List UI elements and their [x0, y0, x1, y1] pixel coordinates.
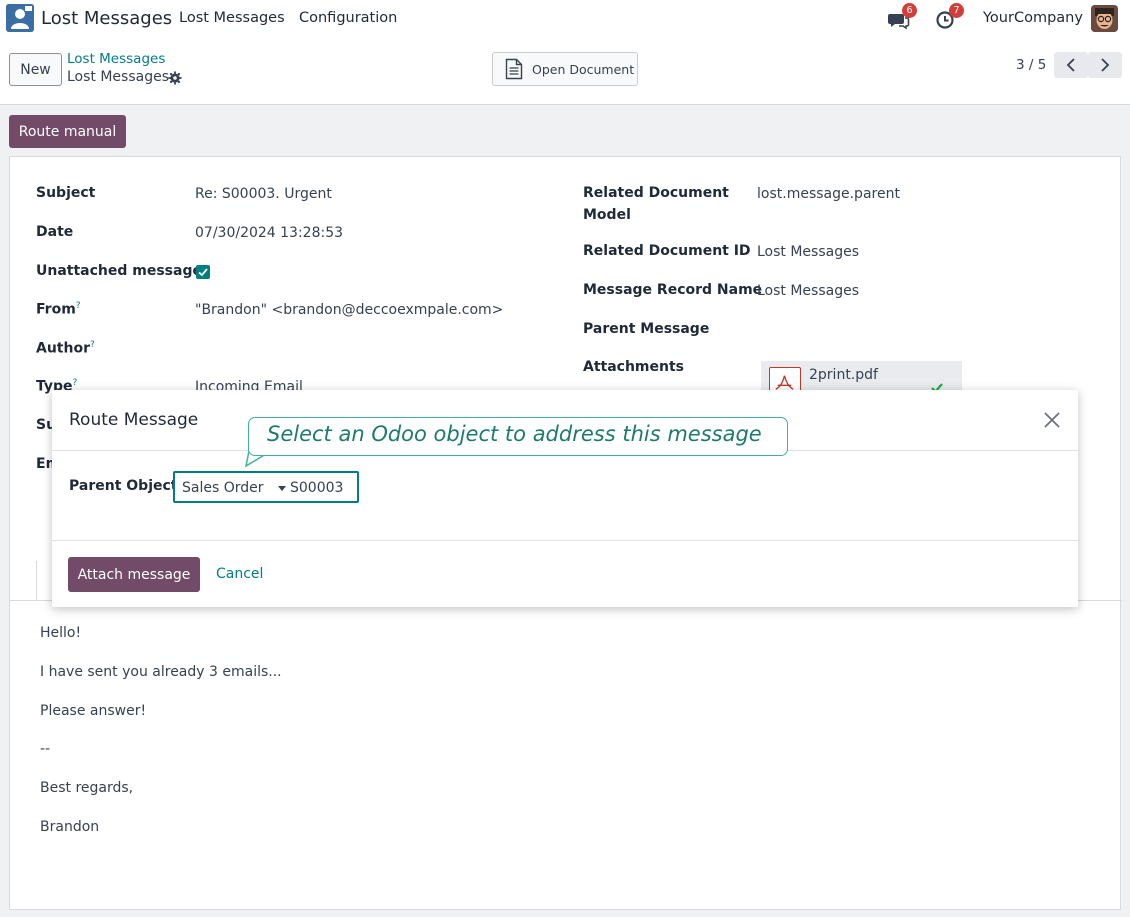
record-name-label: Message Record Name — [583, 282, 763, 298]
related-id-label: Related Document ID — [583, 243, 751, 259]
guide-callout: Select an Odoo object to address this me… — [248, 417, 788, 456]
body-line-6: Brandon — [40, 819, 100, 835]
attachment-name: 2print.pdf — [809, 367, 878, 383]
breadcrumb-parent[interactable]: Lost Messages — [67, 51, 165, 67]
parent-object-reference-field[interactable]: Sales Order S00003 — [173, 471, 359, 503]
subject-label: Subject — [36, 185, 96, 201]
unattached-label: Unattached message — [36, 263, 202, 279]
company-switcher[interactable]: YourCompany — [983, 10, 1083, 26]
body-line-3: Please answer! — [40, 703, 147, 719]
parent-model-select[interactable]: Sales Order — [182, 480, 264, 496]
attachments-label: Attachments — [583, 359, 685, 375]
new-button[interactable]: New — [9, 53, 62, 86]
top-navbar: Lost Messages Lost Messages Configuratio… — [0, 0, 1130, 38]
from-help[interactable]: ? — [76, 301, 81, 311]
menu-configuration[interactable]: Configuration — [299, 10, 397, 26]
dialog-footer-divider — [52, 540, 1078, 541]
activities-systray[interactable]: 7 — [935, 3, 964, 30]
subject-value: Re: S00003. Urgent — [195, 186, 332, 202]
pager-value[interactable]: 3 / 5 — [1016, 57, 1046, 73]
body-line-2: I have sent you already 3 emails... — [40, 664, 282, 680]
user-avatar[interactable] — [1091, 5, 1118, 32]
notebook-tab-edge — [36, 561, 37, 601]
parent-object-label: Parent Object — [69, 478, 178, 494]
related-id-value[interactable]: Lost Messages — [757, 244, 859, 260]
related-model-value: lost.message.parent — [757, 186, 900, 202]
author-label: Author? — [36, 340, 95, 357]
author-label-text: Author — [36, 340, 90, 357]
open-document-label: Open Document — [532, 61, 635, 77]
parent-record-input[interactable]: S00003 — [290, 480, 343, 496]
document-icon — [505, 58, 523, 80]
record-name-value: Lost Messages — [757, 283, 860, 299]
pager-next-button[interactable] — [1088, 52, 1122, 78]
caret-down-icon[interactable] — [278, 486, 286, 491]
dialog-title: Route Message — [69, 410, 199, 430]
avatar-face-icon — [1091, 5, 1118, 32]
open-document-button[interactable]: Open Document — [492, 52, 638, 86]
app-title[interactable]: Lost Messages — [41, 8, 172, 29]
date-label: Date — [36, 224, 74, 240]
callout-text: Select an Odoo object to address this me… — [267, 422, 762, 446]
body-line-4: -- — [40, 741, 51, 757]
attach-message-button[interactable]: Attach message — [68, 557, 200, 592]
pager-previous-button[interactable] — [1054, 52, 1088, 78]
menu-lost-messages[interactable]: Lost Messages — [179, 10, 285, 26]
chevron-right-icon — [1101, 58, 1110, 72]
messages-badge: 6 — [902, 3, 917, 18]
from-label-text: From — [36, 301, 76, 318]
lost-messages-app-icon[interactable] — [6, 4, 34, 32]
route-manual-button[interactable]: Route manual — [9, 115, 126, 148]
parent-message-label: Parent Message — [583, 321, 710, 337]
related-model-label-1: Related Document — [583, 185, 729, 201]
gear-icon[interactable] — [168, 71, 182, 85]
related-model-label-2: Model — [583, 207, 631, 223]
chevron-left-icon — [1066, 58, 1075, 72]
from-label: From? — [36, 301, 81, 318]
body-line-5: Best regards, — [40, 780, 134, 796]
type-help[interactable]: ? — [73, 378, 78, 388]
messages-systray[interactable]: 6 — [888, 3, 917, 30]
user-envelope-icon — [6, 4, 34, 32]
body-line-1: Hello! — [40, 625, 82, 641]
cancel-button[interactable]: Cancel — [216, 566, 263, 582]
date-value: 07/30/2024 13:28:53 — [195, 225, 344, 241]
from-value: "Brandon" <brandon@deccoexmpale.com> — [195, 302, 504, 318]
author-help[interactable]: ? — [90, 340, 95, 350]
control-panel: New Lost Messages Lost Messages Open Doc… — [0, 38, 1130, 105]
checkmark-icon — [198, 268, 208, 277]
close-icon[interactable] — [1042, 410, 1062, 430]
activities-badge: 7 — [949, 3, 964, 18]
breadcrumb-current: Lost Messages — [67, 69, 170, 85]
unattached-checkbox[interactable] — [196, 265, 210, 279]
